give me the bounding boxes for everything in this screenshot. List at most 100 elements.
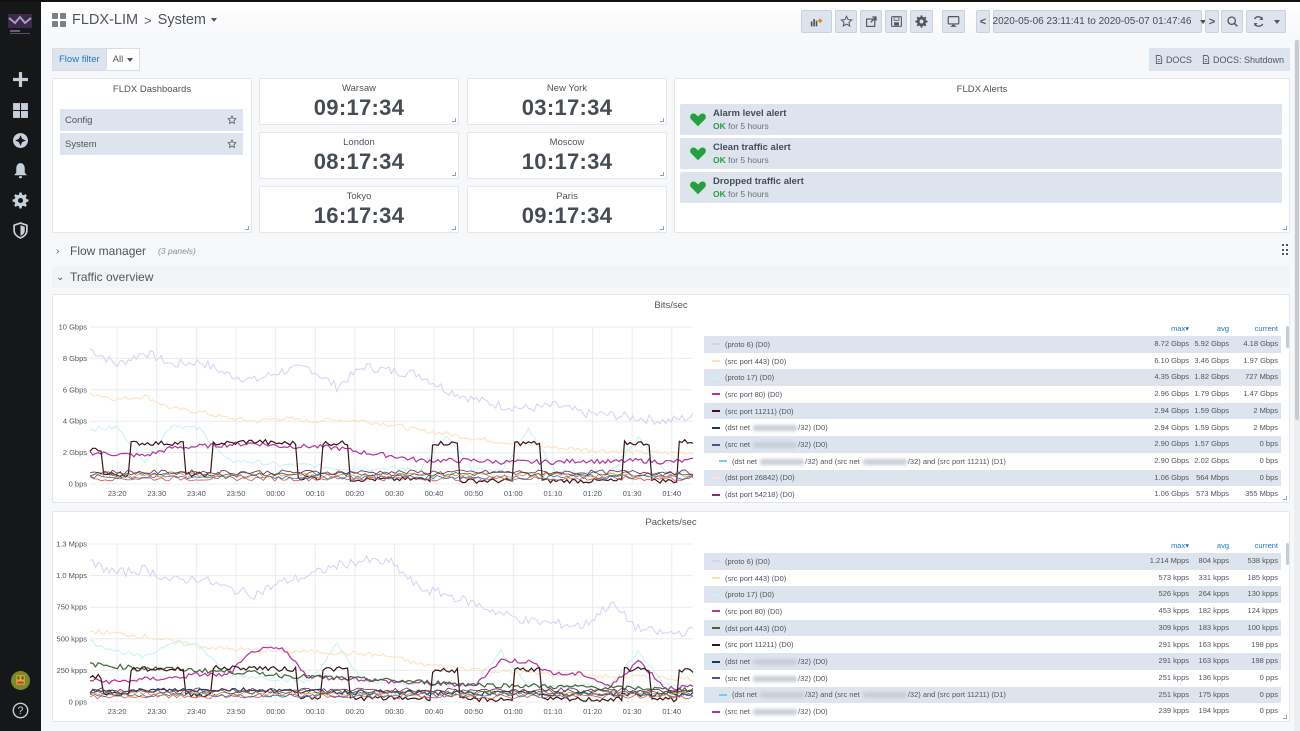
- legend-swatch[interactable]: [712, 577, 720, 580]
- user-avatar-icon[interactable]: [10, 670, 31, 691]
- docs-shutdown-link[interactable]: DOCS: Shutdown: [1202, 55, 1284, 65]
- legend-swatch[interactable]: [712, 610, 720, 613]
- tv-mode-button[interactable]: [942, 10, 965, 33]
- legend-row[interactable]: (src net /32) (D0) 251 kpps 136 kpps 0 pps: [704, 670, 1281, 687]
- legend-swatch[interactable]: [712, 643, 720, 646]
- legend-row[interactable]: (dst port 26842) (D0) 1.06 Gbps 564 Mbps 0 …: [704, 469, 1281, 487]
- packets-per-sec-chart[interactable]: 0 pps 250 kpps 500 kpps 750 kpps 1.0 Mpps 1.3…: [53, 512, 703, 723]
- dashboard-settings-button[interactable]: [910, 10, 933, 33]
- help-icon[interactable]: ?: [10, 700, 31, 721]
- legend-row[interactable]: (proto 17) (D0) 526 kpps 264 kpps 130 kpps: [704, 586, 1281, 604]
- star-icon[interactable]: [227, 115, 237, 125]
- save-dashboard-button[interactable]: [885, 10, 907, 33]
- resize-handle[interactable]: [660, 226, 664, 230]
- time-shift-forward-button[interactable]: >: [1205, 10, 1219, 33]
- legend-column-avg[interactable]: avg: [1217, 541, 1229, 550]
- legend-row[interactable]: (src port 443) (D0) 6.10 Gbps 3.46 Gbps 1.9…: [704, 353, 1281, 370]
- legend-column-current[interactable]: current: [1255, 324, 1278, 333]
- legend-row[interactable]: (src port 80) (D0) 453 kpps 182 kpps 124 kp…: [704, 603, 1281, 620]
- legend-row[interactable]: (dst net /32) (D0) 291 kpps 163 kpps 198 pp…: [704, 653, 1281, 670]
- legend-row[interactable]: (src port 11211) (D0) 2.94 Gbps 1.59 Gbps 2…: [704, 402, 1281, 420]
- legend-column-max[interactable]: max▾: [1171, 324, 1189, 333]
- legend-row[interactable]: (src net /32) (D0) 239 kpps 194 kpps 0 pps: [704, 703, 1281, 720]
- legend-swatch[interactable]: [712, 426, 720, 429]
- bits-per-sec-chart[interactable]: 0 bps 2 Gbps 4 Gbps 6 Gbps 8 Gbps 10 Gbps 23:2…: [53, 295, 703, 504]
- legend-row[interactable]: (proto 6) (D0) 1.214 Mpps 804 kpps 538 kpps: [704, 553, 1281, 570]
- legend-swatch[interactable]: [712, 410, 720, 413]
- legend-swatch[interactable]: [712, 376, 720, 379]
- resize-handle[interactable]: [452, 118, 456, 122]
- alert-item[interactable]: Dropped traffic alert OK for 5 hours: [680, 172, 1282, 203]
- legend-row[interactable]: (dst net /32) and (src net /32) and (src…: [704, 686, 1281, 704]
- create-plus-icon[interactable]: [10, 69, 31, 90]
- legend-scrollbar[interactable]: [1286, 326, 1289, 348]
- legend-row[interactable]: (src port 80) (D0) 2.96 Gbps 1.79 Gbps 1.47…: [704, 386, 1281, 403]
- zoom-out-button[interactable]: [1221, 10, 1243, 33]
- share-dashboard-button[interactable]: [860, 10, 882, 33]
- dashboards-grid-icon[interactable]: [10, 100, 31, 121]
- legend-row[interactable]: (src port 11211) (D0) 291 kpps 163 kpps 198…: [704, 637, 1281, 654]
- legend-swatch[interactable]: [712, 393, 720, 396]
- dashboard-item-config[interactable]: Config: [60, 109, 243, 131]
- resize-handle[interactable]: [660, 118, 664, 122]
- star-dashboard-button[interactable]: [835, 10, 857, 33]
- panel-title[interactable]: FLDX Dashboards: [53, 79, 251, 95]
- resize-handle[interactable]: [245, 226, 249, 230]
- dashboard-title[interactable]: System: [158, 12, 206, 28]
- resize-handle[interactable]: [452, 172, 456, 176]
- alert-item[interactable]: Alarm level alert OK for 5 hours: [680, 104, 1282, 135]
- resize-handle[interactable]: [1283, 715, 1287, 719]
- row-flow-manager[interactable]: › Flow manager (3 panels): [52, 240, 1290, 262]
- legend-swatch[interactable]: [712, 493, 720, 496]
- legend-row[interactable]: (proto 6) (D0) 8.72 Gbps 5.92 Gbps 4.18 Gbp…: [704, 336, 1281, 353]
- refresh-interval-chevron-icon[interactable]: [1274, 19, 1281, 24]
- legend-swatch[interactable]: [712, 677, 720, 680]
- row-traffic-overview[interactable]: ⌄ Traffic overview: [52, 266, 1290, 288]
- fldx-logo[interactable]: [6, 10, 34, 38]
- alerting-bell-icon[interactable]: [10, 160, 31, 181]
- legend-scrollbar[interactable]: [1286, 543, 1289, 565]
- legend-row[interactable]: (src net /32) (D0) 2.90 Gbps 1.57 Gbps 0 bp…: [704, 436, 1281, 453]
- panel-title[interactable]: FLDX Alerts: [675, 79, 1289, 95]
- configuration-gear-icon[interactable]: [10, 190, 31, 211]
- legend-row[interactable]: (dst port 443) (D0) 309 kpps 183 kpps 100 k…: [704, 619, 1281, 637]
- legend-swatch[interactable]: [712, 710, 720, 713]
- legend-column-avg[interactable]: avg: [1217, 324, 1229, 333]
- time-range-picker[interactable]: 2020-05-06 23:11:41 to 2020-05-07 01:47:…: [993, 10, 1207, 33]
- legend-column-current[interactable]: current: [1255, 541, 1278, 550]
- alert-item[interactable]: Clean traffic alert OK for 5 hours: [680, 138, 1282, 169]
- legend-swatch[interactable]: [712, 360, 720, 363]
- docs-link[interactable]: DOCS: [1155, 55, 1192, 65]
- server-admin-shield-icon[interactable]: [10, 220, 31, 241]
- legend-row[interactable]: (dst net /32) and (src net /32) and (src…: [704, 453, 1281, 470]
- legend-column-max[interactable]: max▾: [1171, 541, 1189, 550]
- explore-compass-icon[interactable]: [10, 130, 31, 151]
- legend-swatch[interactable]: [712, 627, 720, 630]
- legend-swatch[interactable]: [712, 593, 720, 596]
- resize-handle[interactable]: [1283, 226, 1287, 230]
- legend-swatch[interactable]: [719, 693, 727, 696]
- legend-row[interactable]: (proto 17) (D0) 4.35 Gbps 1.82 Gbps 727 Mbp…: [704, 369, 1281, 387]
- resize-handle[interactable]: [660, 172, 664, 176]
- legend-swatch[interactable]: [719, 460, 727, 463]
- flow-filter-select[interactable]: All: [106, 48, 141, 71]
- legend-swatch[interactable]: [712, 343, 720, 346]
- resize-handle[interactable]: [1283, 496, 1287, 500]
- resize-handle[interactable]: [452, 226, 456, 230]
- refresh-button[interactable]: [1246, 10, 1286, 33]
- time-shift-back-button[interactable]: <: [976, 10, 990, 33]
- legend-row[interactable]: (dst net /32) (D0) 2.94 Gbps 1.59 Gbps 2 Mb…: [704, 420, 1281, 437]
- breadcrumb-folder[interactable]: FLDX-LIM: [72, 12, 138, 28]
- legend-swatch[interactable]: [712, 476, 720, 479]
- page-scrollbar[interactable]: [1294, 40, 1300, 731]
- legend-row[interactable]: (src port 443) (D0) 573 kpps 331 kpps 185 k…: [704, 570, 1281, 587]
- dashboard-item-system[interactable]: System: [60, 133, 243, 155]
- legend-swatch[interactable]: [712, 660, 720, 663]
- chevron-down-icon[interactable]: [211, 18, 218, 22]
- row-drag-handle-icon[interactable]: [1282, 244, 1288, 256]
- star-icon[interactable]: [227, 139, 237, 149]
- legend-swatch[interactable]: [712, 560, 720, 563]
- legend-swatch[interactable]: [712, 443, 720, 446]
- legend-row[interactable]: (dst port 54218) (D0) 1.06 Gbps 573 Mbps 35…: [704, 486, 1281, 503]
- add-panel-button[interactable]: [801, 10, 832, 33]
